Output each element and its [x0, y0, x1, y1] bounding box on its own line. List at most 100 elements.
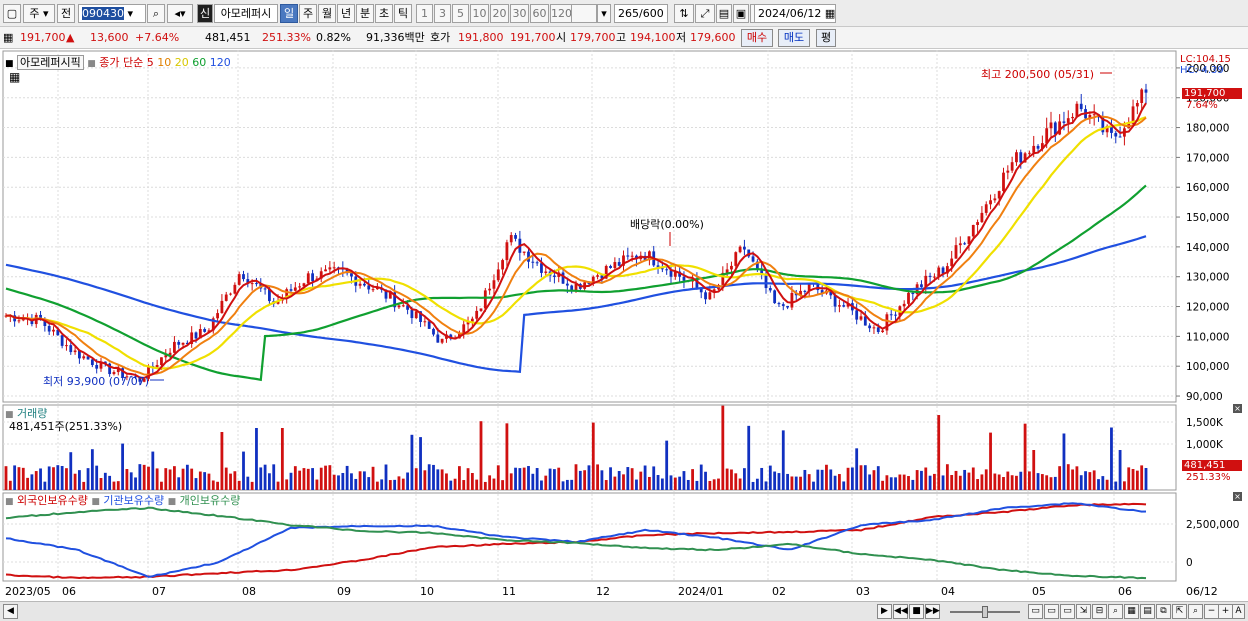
layout-icon-1[interactable]: ▭ [1028, 604, 1043, 619]
y-tick-label: 140,000 [1186, 242, 1229, 254]
price-legend: ■ 아모레퍼시픽 ■ 종가 단순 5 10 20 60 120 [5, 54, 231, 70]
volume-bar [410, 434, 414, 490]
volume-tick-label: 1,000K [1186, 439, 1224, 451]
volume-bar [129, 472, 133, 490]
search-icon[interactable]: ⌕ [147, 4, 165, 23]
buy-button[interactable]: 매수 [741, 29, 773, 47]
interval-tab-120[interactable]: 120 [550, 4, 572, 23]
play-icon[interactable]: ▶▶ [925, 604, 940, 619]
volume-bar [829, 469, 833, 490]
volume-bar [963, 469, 967, 490]
bullet-icon: ■ [5, 59, 14, 69]
interval-tab-60[interactable]: 60 [530, 4, 549, 23]
print-icon[interactable]: ▤ [716, 4, 732, 23]
count-input[interactable]: 265/600 [614, 4, 668, 23]
volume-close-icon[interactable]: × [1233, 404, 1242, 413]
scroll-left-icon[interactable]: ◀ [3, 604, 18, 619]
scroll-right-icon[interactable]: ▶ [877, 604, 892, 619]
save-icon[interactable]: ▣ [733, 4, 749, 23]
speaker-icon[interactable]: ◂▾ [167, 4, 193, 23]
volume-bar [859, 465, 863, 490]
search-chart-icon[interactable]: ⌕ [1108, 604, 1123, 619]
scale-icon[interactable]: ⇲ [1076, 604, 1091, 619]
copy-icon[interactable]: ⧉ [1156, 604, 1171, 619]
date-input[interactable]: 2024/06/12 ▦ [754, 4, 836, 23]
volume-bar [103, 472, 107, 490]
layout-icon-3[interactable]: ▭ [1060, 604, 1075, 619]
x-tick-label: 04 [941, 585, 955, 598]
volume-bar [380, 479, 384, 490]
sell-button[interactable]: 매도 [778, 29, 810, 47]
layout-icon-2[interactable]: ▭ [1044, 604, 1059, 619]
chart-area[interactable]: 2023/05 06 07 08 09 10 11 12 2024/01 02 03 04 05 06 06… [0, 50, 1248, 601]
lc-label: LC:104.15 [1180, 54, 1231, 65]
period-tab-2[interactable]: 월 [318, 4, 336, 23]
draw-tool-icon[interactable]: ⤢ [695, 4, 715, 23]
period-tab-6[interactable]: 틱 [394, 4, 412, 23]
period-tab-0[interactable]: 일 [280, 4, 298, 23]
table-icon[interactable]: ▦ [9, 70, 20, 84]
volume-bar [920, 470, 923, 490]
export-icon[interactable]: ⇱ [1172, 604, 1187, 619]
stop-icon[interactable]: ■ [909, 604, 924, 619]
candle-body [216, 313, 219, 319]
volume-bar [1019, 471, 1023, 490]
zoom-out-icon[interactable]: − [1204, 604, 1219, 619]
prev-button[interactable]: 전 [57, 4, 75, 23]
volume-bar [1053, 476, 1057, 490]
candle-body [263, 288, 267, 290]
stock-name: 아모레퍼시 [214, 4, 278, 23]
period-tab-5[interactable]: 초 [375, 4, 393, 23]
individual-legend: 개인보유수량 [179, 494, 241, 507]
candle-body [1015, 152, 1018, 163]
volume-bar [470, 473, 474, 490]
candle-body [617, 262, 621, 266]
candle-body [488, 288, 492, 291]
volume-current-tag: 481,451 [1182, 460, 1242, 471]
bottom-scrollbar[interactable]: ◀ ▶ ◀◀ ■ ▶▶ ▭ ▭ ▭ ⇲ ⊟ ⌕ ▦ ▤ ⧉ ⇱ ⌕ − + A [0, 601, 1248, 621]
zoom-in-icon[interactable]: + [1218, 604, 1233, 619]
search-icon-2[interactable]: ⌕ [1188, 604, 1203, 619]
compare-icon[interactable]: ⊟ [1092, 604, 1107, 619]
font-size-icon[interactable]: A [1232, 604, 1245, 619]
interval-tab-20[interactable]: 20 [490, 4, 509, 23]
rewind-icon[interactable]: ◀◀ [893, 604, 908, 619]
interval-tab-3[interactable]: 3 [434, 4, 451, 23]
open-label: 시 [556, 31, 567, 44]
volume-bar [427, 464, 431, 490]
volume-bar [764, 481, 768, 490]
interval-tab-30[interactable]: 30 [510, 4, 529, 23]
period-tab-4[interactable]: 분 [356, 4, 374, 23]
info-bar: ▦ 191,700 ▲ 13,600 +7.64% 481,451 251.33… [0, 27, 1248, 49]
chart-type-icon[interactable]: ⇅ [674, 4, 694, 23]
interval-tab-10[interactable]: 10 [470, 4, 489, 23]
avg-button[interactable]: 평 [816, 29, 836, 47]
holdings-close-icon[interactable]: × [1233, 492, 1242, 501]
volume-bar [1105, 479, 1109, 490]
volume-bar [56, 465, 60, 490]
volume-bar [924, 467, 928, 490]
x-tick-label: 09 [337, 585, 351, 598]
candle-body [1144, 89, 1148, 93]
interval-dropdown[interactable] [571, 4, 597, 23]
volume-bar [1036, 473, 1040, 490]
interval-tab-1[interactable]: 1 [416, 4, 433, 23]
volume-bar [976, 479, 979, 490]
interval-tab-5[interactable]: 5 [452, 4, 469, 23]
chevron-down-icon[interactable]: ▾ [597, 4, 611, 23]
candle-body [1019, 152, 1023, 163]
count-value: 265 [618, 7, 639, 20]
code-input[interactable]: 090430 ▾ [78, 4, 146, 23]
y-tick-label: 150,000 [1186, 212, 1229, 224]
y-tick-label: 180,000 [1186, 123, 1229, 135]
amount-value: 91,336백만 [366, 31, 425, 44]
grid-icon[interactable]: ▦ [1124, 604, 1139, 619]
period-type-select[interactable]: 주 ▾ [23, 4, 55, 23]
period-tab-1[interactable]: 주 [299, 4, 317, 23]
x-tick-label: 02 [772, 585, 786, 598]
window-icon[interactable]: ▢ [3, 4, 21, 23]
period-tab-3[interactable]: 년 [337, 4, 355, 23]
zoom-slider-handle[interactable] [982, 606, 988, 618]
chart-icon[interactable]: ▤ [1140, 604, 1155, 619]
y-tick-label: 120,000 [1186, 302, 1229, 314]
